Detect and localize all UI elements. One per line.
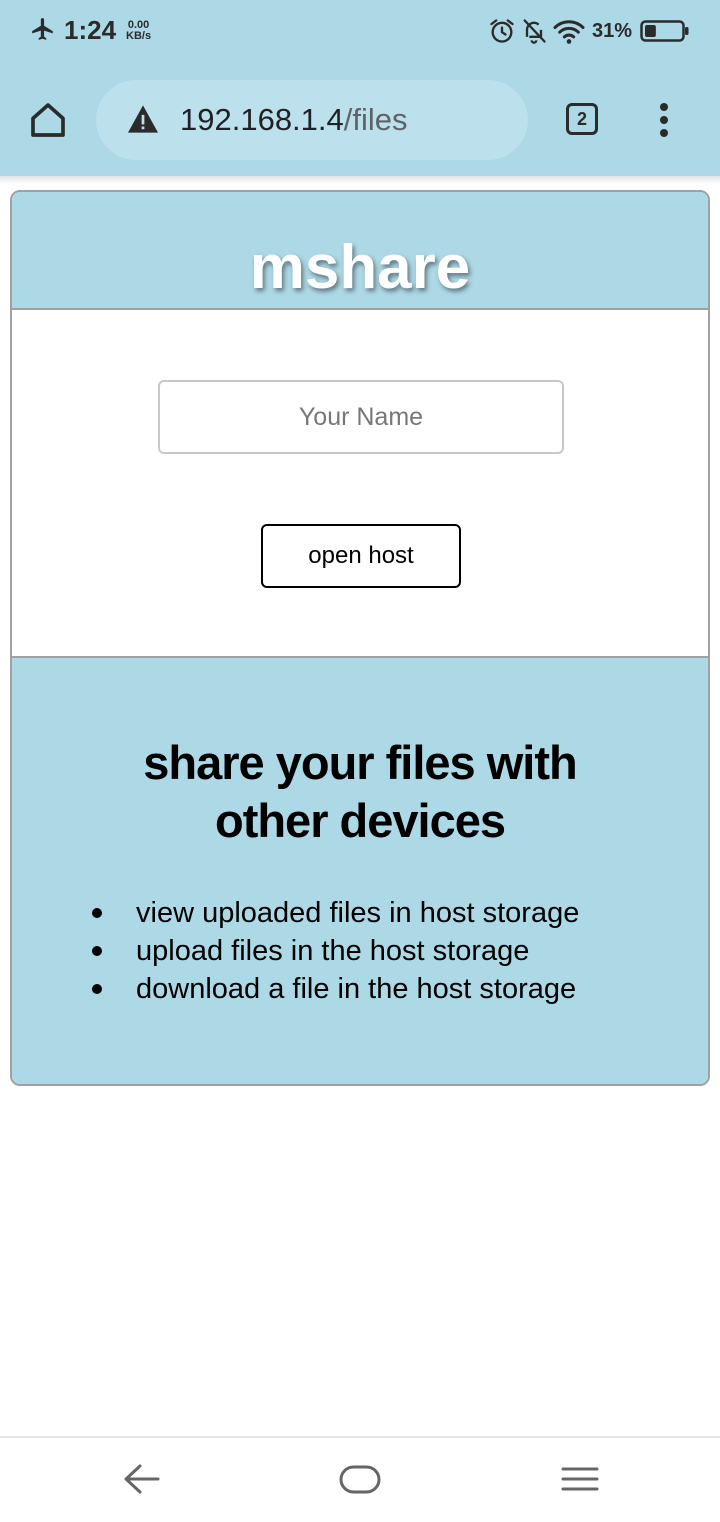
bell-off-icon [520, 17, 548, 45]
system-nav-bar [0, 1436, 720, 1522]
warning-triangle-icon[interactable] [126, 104, 160, 138]
recents-button[interactable] [558, 1460, 602, 1498]
toolbar-shadow [0, 176, 720, 184]
card-header: mshare [12, 192, 708, 310]
url-bar[interactable]: 192.168.1.4/files [96, 80, 528, 160]
feature-list: view uploaded files in host storage uplo… [91, 894, 579, 1008]
wifi-icon [552, 17, 586, 45]
open-host-button[interactable]: open host [261, 524, 461, 588]
list-item: download a file in the host storage [91, 970, 579, 1008]
status-left: 1:24 0.00 KB/s [30, 15, 151, 46]
status-bar: 1:24 0.00 KB/s 31% [0, 0, 720, 66]
network-speed-value: 0.00 [127, 18, 150, 31]
home-button[interactable] [28, 100, 68, 140]
network-speed-unit: KB/s [126, 29, 152, 42]
network-speed: 0.00 KB/s [126, 18, 152, 42]
list-item: view uploaded files in host storage [91, 894, 579, 932]
more-vert-icon [660, 103, 668, 137]
mshare-card: mshare open host share your files withot… [10, 190, 710, 1086]
list-item: upload files in the host storage [91, 932, 579, 970]
name-input[interactable] [158, 380, 564, 454]
overflow-menu-button[interactable] [650, 102, 678, 138]
alarm-icon [488, 17, 516, 45]
tab-switcher-button[interactable]: 2 [566, 103, 598, 135]
back-icon [124, 1464, 160, 1494]
info-section: share your files with other devices view … [12, 656, 708, 1084]
status-right: 31% [488, 17, 690, 45]
recents-icon [561, 1467, 599, 1491]
info-title: share your files with other devices [12, 734, 708, 850]
home-nav-button[interactable] [338, 1460, 382, 1498]
home-nav-icon [339, 1465, 381, 1494]
url-path: /files [343, 102, 408, 137]
brand-title: mshare [249, 233, 471, 302]
url-text[interactable]: 192.168.1.4/files [180, 102, 408, 138]
battery-percent: 31% [591, 19, 632, 42]
info-title-line2: other devices [214, 794, 506, 847]
status-time: 1:24 [64, 15, 117, 45]
home-icon [31, 103, 65, 137]
info-title-line1: share your files with [143, 736, 577, 789]
battery-icon [640, 18, 690, 44]
airplane-icon [30, 16, 56, 46]
browser-toolbar: 192.168.1.4/files 2 [0, 66, 720, 176]
back-button[interactable] [118, 1460, 162, 1498]
url-host: 192.168.1.4 [180, 102, 344, 137]
